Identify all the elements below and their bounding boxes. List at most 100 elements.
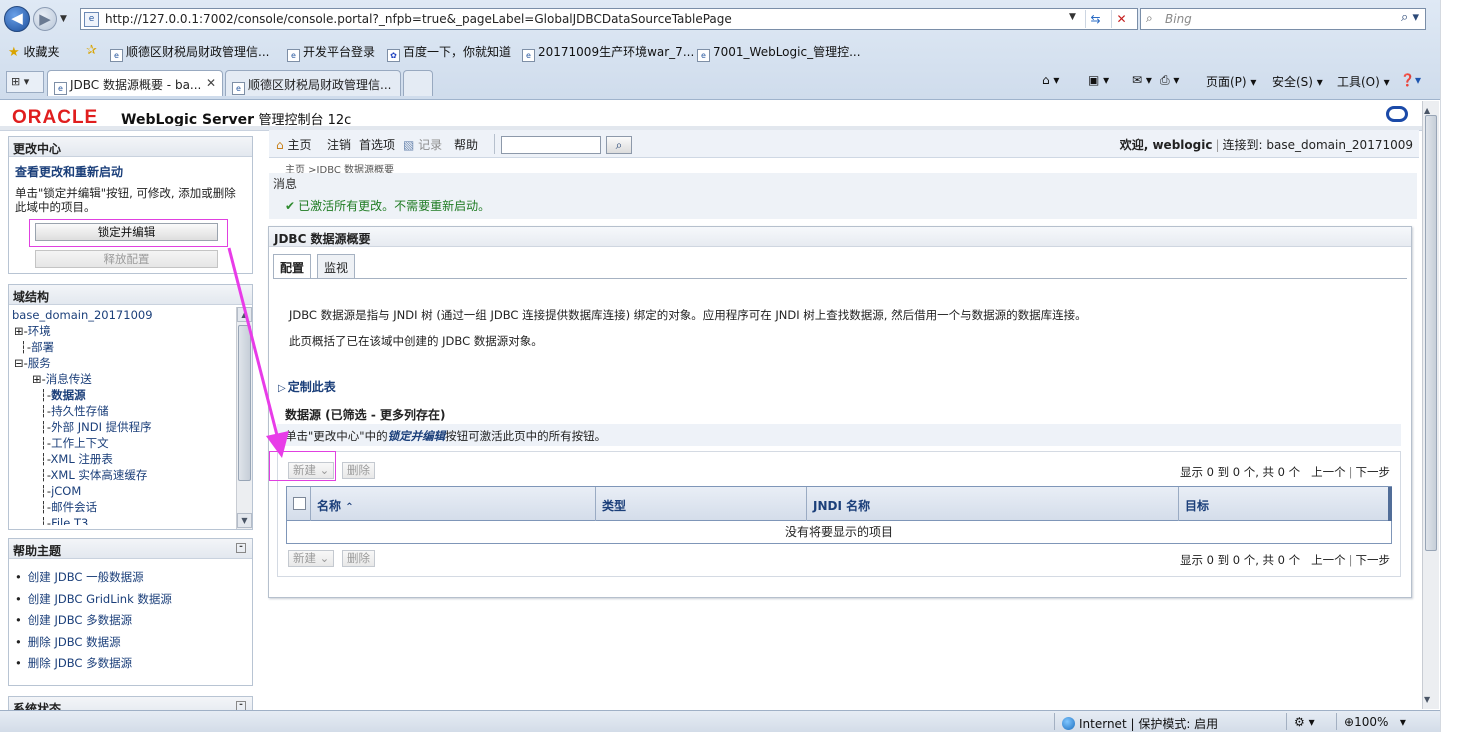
browser-tab[interactable]: e 顺德区财税局财政管理信...	[225, 70, 401, 96]
minimize-icon[interactable]: -	[236, 701, 246, 710]
tree-scrollbar[interactable]: ▲ ▼	[236, 307, 252, 529]
page-scroll-thumb[interactable]	[1425, 115, 1437, 551]
tree-item-file-t3[interactable]: File T3	[51, 516, 88, 525]
delete-button-bottom[interactable]: 删除	[342, 550, 375, 567]
search-go-icon[interactable]: ⌕ ▾	[1401, 10, 1419, 25]
tree-item-persistent-stores[interactable]: 持久性存储	[51, 404, 109, 418]
next-link[interactable]: 下一步	[1356, 553, 1391, 567]
tree-item-work-contexts[interactable]: 工作上下文	[51, 436, 109, 450]
status-bar: Internet | 保护模式: 启用 ⚙ ▾ ⊕100% ▾	[0, 710, 1440, 732]
new-tab-button[interactable]	[403, 70, 433, 96]
tab-row: ⊞ ▾ e JDBC 数据源概要 - ba... ✕ e 顺德区财税局财政管理信..…	[0, 68, 1440, 98]
expand-triangle-icon: ▷	[278, 383, 286, 394]
toolbar-logout[interactable]: 注销	[327, 136, 351, 153]
search-box[interactable]: ⌕ Bing ⌕ ▾	[1140, 8, 1426, 30]
add-favorite-icon[interactable]: ✰	[86, 43, 97, 58]
tree-item-mail-sessions[interactable]: 邮件会话	[51, 500, 97, 514]
close-tab-icon[interactable]: ✕	[206, 76, 216, 90]
scroll-up-icon[interactable]: ▲	[1424, 106, 1430, 115]
forward-button[interactable]: ▶	[33, 7, 57, 31]
search-input[interactable]: Bing	[1165, 12, 1192, 26]
tree-item-xml-entity-caches[interactable]: XML 实体高速缓存	[51, 468, 148, 482]
tab-monitoring[interactable]: 监视	[317, 254, 356, 278]
favorite-link[interactable]: e 顺德区财税局财政管理信...	[110, 43, 269, 62]
side-strip	[1440, 0, 1462, 732]
page-scrollbar[interactable]: ▲ ▼	[1422, 101, 1439, 709]
tree-item-jcom[interactable]: jCOM	[51, 484, 81, 498]
release-config-button[interactable]: 释放配置	[35, 250, 218, 268]
column-jndi-name[interactable]: JNDI 名称	[807, 487, 1179, 521]
customize-table-link[interactable]: ▷ 定制此表	[278, 378, 336, 395]
favorites-button[interactable]: ★ 收藏夹	[8, 43, 60, 60]
next-link[interactable]: 下一步	[1356, 465, 1391, 479]
scroll-down-icon[interactable]: ▼	[237, 513, 252, 528]
tree-item-deployments[interactable]: 部署	[31, 340, 54, 354]
column-name[interactable]: 名称 ⌃	[311, 487, 596, 521]
security-zone[interactable]: Internet | 保护模式: 启用	[1062, 715, 1218, 732]
tree-item-xml-registries[interactable]: XML 注册表	[51, 452, 113, 466]
toolbar-home[interactable]: ⌂ 主页	[276, 136, 311, 153]
delete-button-top[interactable]: 删除	[342, 462, 375, 479]
page-menu[interactable]: 页面(P) ▾	[1206, 73, 1256, 90]
toolbar-record[interactable]: ▧ 记录	[403, 136, 442, 153]
help-link[interactable]: 创建 JDBC 多数据源	[15, 612, 246, 634]
help-link[interactable]: 删除 JDBC 数据源	[15, 634, 246, 656]
new-button-bottom[interactable]: 新建 ⌄	[288, 550, 335, 567]
scroll-thumb[interactable]	[238, 325, 251, 481]
system-status-title: 系统状态	[13, 702, 62, 710]
favorite-link[interactable]: e 7001_WebLogic_管理控...	[697, 43, 861, 62]
tree-item-services[interactable]: 服务	[28, 356, 51, 370]
prev-link[interactable]: 上一个	[1311, 465, 1346, 479]
toolbar-help[interactable]: 帮助	[454, 136, 478, 153]
addons-icon[interactable]: ⚙ ▾	[1294, 715, 1315, 729]
tree-item-datasources[interactable]: 数据源	[51, 388, 86, 402]
tree-item-environment[interactable]: 环境	[28, 324, 51, 338]
scroll-down-icon[interactable]: ▼	[1424, 695, 1430, 704]
address-dropdown-icon[interactable]: ▼	[1069, 12, 1076, 22]
page-icon: e	[287, 49, 300, 62]
tree-collapse-icon[interactable]: ⊟	[14, 356, 24, 370]
history-dropdown-icon[interactable]: ▼	[60, 14, 67, 24]
help-link[interactable]: 删除 JDBC 多数据源	[15, 655, 246, 677]
console-search-button[interactable]: ⌕	[606, 136, 632, 154]
tree-item-messaging[interactable]: 消息传送	[46, 372, 92, 386]
help-link[interactable]: 创建 JDBC GridLink 数据源	[15, 591, 246, 613]
minimize-icon[interactable]: -	[236, 543, 246, 553]
mail-icon[interactable]: ✉ ▾	[1132, 73, 1152, 87]
favorites-bar: ★ 收藏夹 ✰ e 顺德区财税局财政管理信... e 开发平台登录 ✿ 百度一下，你就…	[0, 40, 1440, 64]
feeds-icon[interactable]: ▣ ▾	[1088, 73, 1109, 87]
toolbar-preferences[interactable]: 首选项	[359, 136, 395, 153]
browser-tab-active[interactable]: e JDBC 数据源概要 - ba... ✕	[47, 70, 223, 96]
zoom-control[interactable]: ⊕100% ▾	[1344, 715, 1406, 729]
column-type[interactable]: 类型	[596, 487, 807, 521]
description-1: JDBC 数据源是指与 JNDI 树 (通过一组 JDBC 连接提供数据库连接)…	[289, 308, 1087, 322]
address-url[interactable]: http://127.0.0.1:7002/console/console.po…	[105, 12, 732, 26]
welcome-text: 欢迎, weblogic | 连接到: base_domain_20171009	[1119, 138, 1413, 152]
help-link[interactable]: 创建 JDBC 一般数据源	[15, 569, 246, 591]
tree-item-domain[interactable]: base_domain_20171009	[12, 308, 153, 322]
select-all-checkbox[interactable]	[293, 497, 306, 510]
home-icon: ⌂	[276, 138, 284, 152]
change-center-subtitle[interactable]: 查看更改和重新启动	[9, 157, 252, 182]
scroll-up-icon[interactable]: ▲	[237, 307, 252, 322]
home-icon[interactable]: ⌂ ▾	[1042, 73, 1059, 87]
tools-menu[interactable]: 工具(O) ▾	[1337, 73, 1390, 90]
print-icon[interactable]: ⎙ ▾	[1160, 73, 1179, 88]
tree-item-foreign-jndi[interactable]: 外部 JNDI 提供程序	[51, 420, 152, 434]
prev-link[interactable]: 上一个	[1311, 553, 1346, 567]
quick-tabs-icon[interactable]: ⊞ ▾	[6, 71, 44, 93]
tree-expand-icon[interactable]: ⊞	[14, 324, 24, 338]
address-bar[interactable]: e http://127.0.0.1:7002/console/console.…	[80, 8, 1138, 30]
back-button[interactable]: ◀	[4, 6, 30, 32]
help-icon[interactable]: ❓▾	[1400, 73, 1421, 87]
tab-configuration[interactable]: 配置	[273, 254, 312, 279]
console-search-input[interactable]	[501, 136, 601, 154]
tree-expand-icon[interactable]: ⊞	[32, 372, 42, 386]
favorite-link[interactable]: e 开发平台登录	[287, 43, 375, 62]
safety-menu[interactable]: 安全(S) ▾	[1272, 73, 1323, 90]
favorite-link[interactable]: e 20171009生产环境war_7...	[522, 43, 694, 62]
favorite-link[interactable]: ✿ 百度一下，你就知道	[387, 43, 511, 62]
compat-view-icon[interactable]: ⇆	[1085, 10, 1105, 28]
column-targets[interactable]: 目标	[1179, 487, 1391, 521]
stop-icon[interactable]: ✕	[1111, 10, 1131, 28]
